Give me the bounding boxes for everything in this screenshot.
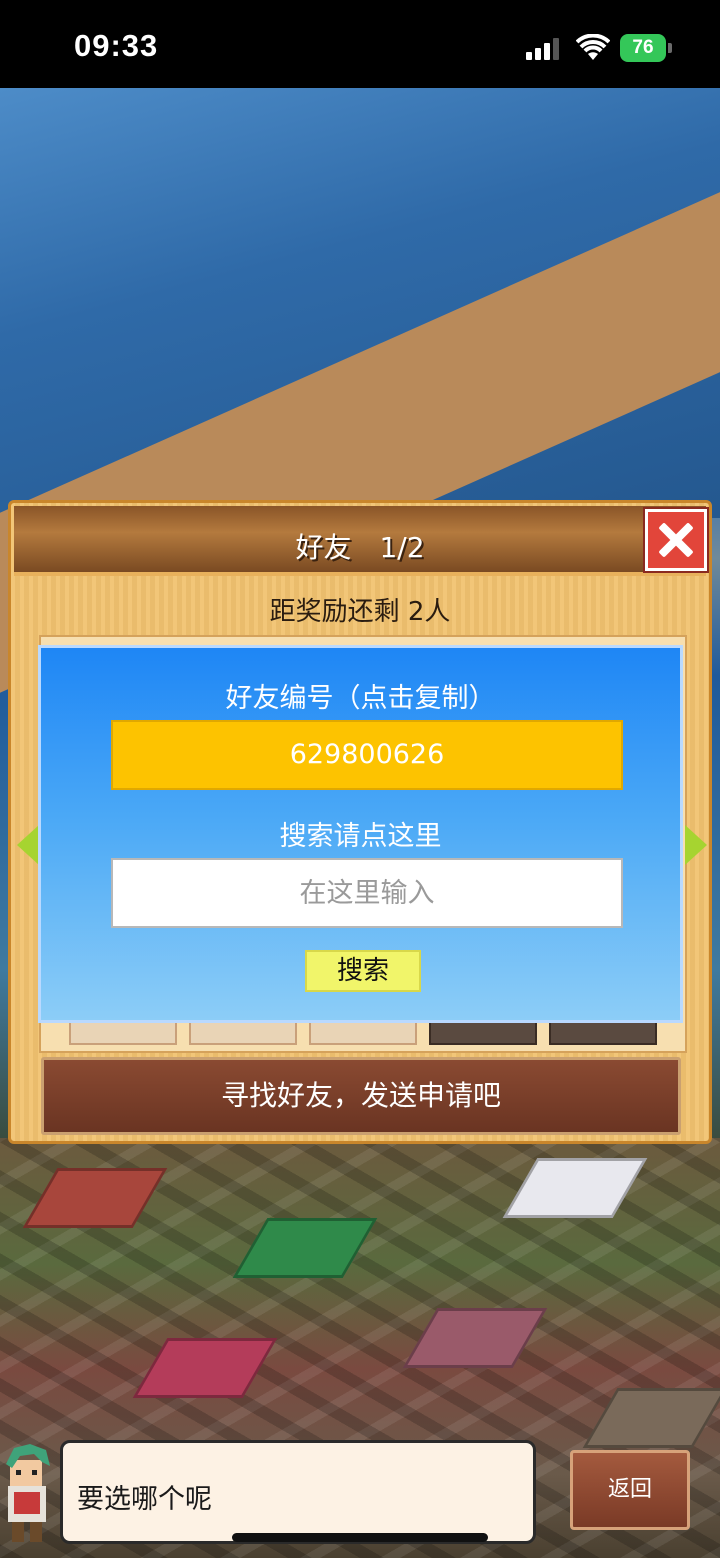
- arrow-right-icon[interactable]: [685, 825, 707, 865]
- character-avatar: [0, 1440, 56, 1550]
- home-indicator[interactable]: [232, 1533, 488, 1542]
- popup-heading: 好友编号（点击复制）: [225, 683, 496, 714]
- friend-id-popup: 好友编号（点击复制） 629800626 搜索请点这里 搜索: [38, 645, 683, 1023]
- panel-title: 好友 1/2: [295, 531, 425, 564]
- battery-icon: 76: [620, 34, 672, 62]
- close-icon[interactable]: [645, 509, 707, 571]
- dialogue-box: 要选哪个呢: [60, 1440, 536, 1544]
- reward-text: 距奖励还剩 2人: [269, 597, 451, 627]
- search-button[interactable]: 搜索: [305, 950, 421, 992]
- search-heading: 搜索请点这里: [279, 821, 442, 852]
- friend-id-copy-button[interactable]: 629800626: [111, 720, 623, 790]
- wifi-icon: [575, 33, 611, 62]
- send-request-button[interactable]: 寻找好友，发送申请吧: [41, 1057, 681, 1135]
- arrow-left-icon[interactable]: [17, 825, 39, 865]
- search-input[interactable]: [111, 858, 623, 928]
- dialogue-text: 要选哪个呢: [77, 1484, 212, 1515]
- battery-level: 76: [620, 34, 666, 62]
- status-time: 09:33: [74, 28, 159, 63]
- signal-icon: [526, 38, 562, 60]
- status-bar: 09:33 76: [0, 0, 720, 88]
- panel-header: 好友 1/2: [14, 506, 706, 576]
- back-button[interactable]: 返回: [570, 1450, 690, 1530]
